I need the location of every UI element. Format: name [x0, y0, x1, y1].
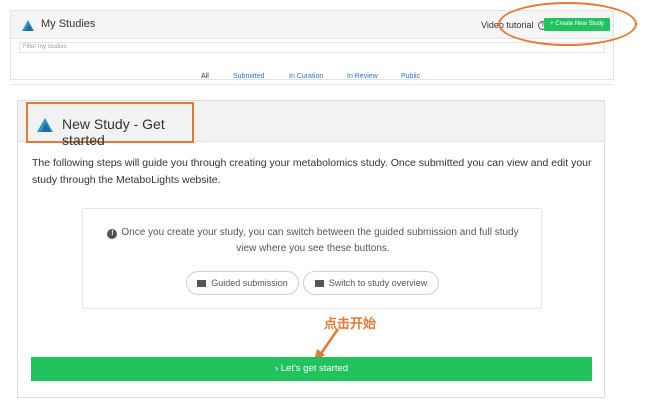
- guided-submission-icon: [197, 280, 207, 287]
- metabolights-logo-icon: [22, 20, 34, 31]
- tab-all[interactable]: All: [201, 73, 209, 80]
- info-card: ! Once you create your study, you can swi…: [82, 208, 542, 309]
- metabolights-logo-icon: [37, 118, 53, 132]
- tab-in-curation[interactable]: In Curation: [289, 73, 323, 80]
- filter-studies-input[interactable]: Filter my studies: [19, 42, 605, 53]
- study-overview-label: Switch to study overview: [328, 278, 428, 288]
- lets-get-started-button[interactable]: › Let's get started: [31, 357, 592, 381]
- new-study-header: New Study - Get started: [18, 101, 604, 148]
- info-message: ! Once you create your study, you can swi…: [83, 225, 543, 257]
- guided-submission-label: Guided submission: [211, 278, 288, 288]
- annotation-title-highlight: New Study - Get started: [26, 102, 194, 148]
- tabs-divider: [11, 84, 613, 85]
- study-overview-button[interactable]: Switch to study overview: [303, 271, 439, 295]
- page-title: My Studies: [41, 18, 96, 30]
- tab-public[interactable]: Public: [401, 73, 420, 80]
- new-study-panel: New Study - Get started The following st…: [17, 100, 605, 398]
- annotation-ellipse: [498, 2, 637, 46]
- study-overview-icon: [314, 280, 324, 287]
- info-text: Once you create your study, you can swit…: [121, 227, 519, 254]
- intro-text: The following steps will guide you throu…: [32, 157, 592, 186]
- tab-in-review[interactable]: In Review: [347, 73, 378, 80]
- tab-submitted[interactable]: Submitted: [233, 73, 265, 80]
- info-icon: !: [107, 229, 118, 239]
- new-study-title: New Study - Get started: [62, 116, 165, 148]
- guided-submission-button[interactable]: Guided submission: [186, 271, 299, 295]
